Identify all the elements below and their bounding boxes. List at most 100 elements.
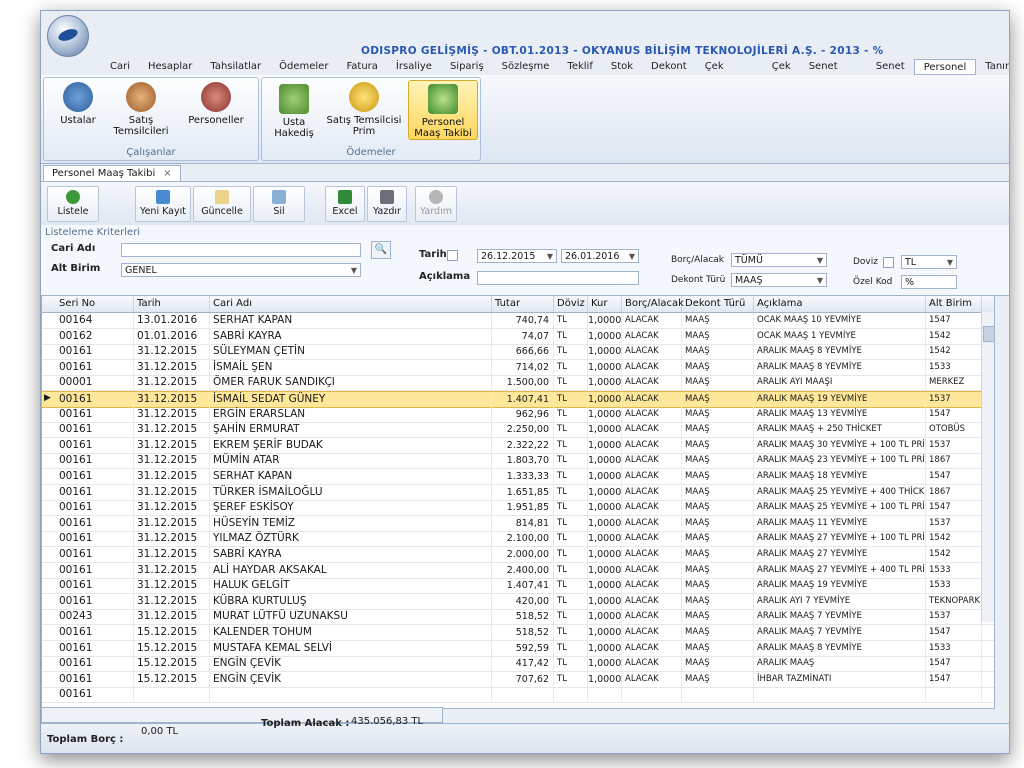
chevron-down-icon: ▼ (946, 258, 953, 267)
doviz-select[interactable]: TL ▼ (901, 255, 957, 269)
search-icon[interactable]: 🔍 (371, 241, 391, 259)
column-header-6[interactable]: Borç/Alacak (622, 296, 684, 312)
table-row[interactable]: 00161 15.12.2015 KALENDER TOHUM 518,52 TL 1,0… (42, 625, 994, 641)
column-header-7[interactable]: Dekont Türü (682, 296, 754, 312)
cell-d-viz: TL (554, 593, 588, 609)
menu-tab-2[interactable]: Tahsilatlar (201, 59, 270, 75)
menu-tab-8[interactable]: Teklif (558, 59, 601, 75)
borc-alacak-select[interactable]: TÜMÜ ▼ (731, 253, 827, 267)
scrollbar-thumb[interactable] (983, 326, 994, 342)
menu-tab-3[interactable]: Ödemeler (270, 59, 337, 75)
table-row[interactable]: 00161 15.12.2015 MUSTAFA KEMAL SELVİ 592,59… (42, 640, 994, 657)
cell-tarih: 13.01.2016 (134, 313, 210, 328)
menu-tab-16[interactable]: Tanımlar (976, 59, 1009, 75)
table-row[interactable]: 00161 31.12.2015 SERHAT KAPAN 1.333,33 TL 1,0… (42, 469, 994, 485)
menu-tab-13[interactable]: Senet Bordroları (800, 59, 867, 88)
ustalar-button[interactable]: Ustalar (50, 82, 106, 126)
yeni-kayit-button[interactable]: Yeni Kayıt (135, 186, 191, 222)
satis-temsilcileri-button[interactable]: Satış Temsilcileri (108, 82, 174, 137)
cell-kur: 1,0000 (588, 437, 622, 453)
table-row[interactable]: 00161 15.12.2015 ENGİN ÇEVİK 417,42 TL 1,0000… (42, 656, 994, 673)
tab-personel-maas-takibi[interactable]: Personel Maaş Takibi × (43, 165, 181, 181)
cari-adi-input[interactable] (121, 243, 361, 257)
column-header-8[interactable]: Açıklama (754, 296, 926, 312)
tarih-checkbox[interactable] (447, 250, 458, 261)
menu-tab-15[interactable]: Personel (913, 59, 977, 75)
column-header-1[interactable]: Tarih (134, 296, 210, 312)
vertical-scrollbar[interactable] (981, 312, 994, 622)
column-header-4[interactable]: Döviz (554, 296, 588, 312)
table-row[interactable]: 00243 31.12.2015 MURAT LÜTFÜ UZUNAKSU 518,5… (42, 609, 994, 626)
menu-tab-7[interactable]: Sözleşme (493, 59, 559, 75)
sil-button[interactable]: Sil (253, 186, 305, 222)
ozel-kod-input[interactable]: % (901, 275, 957, 289)
table-row[interactable]: 00161 31.12.2015 HÜSEYİN TEMİZ 814,81 TL 1,00… (42, 515, 994, 532)
yazdir-button[interactable]: Yazdır (367, 186, 407, 222)
table-row[interactable]: 00161 15.12.2015 ENGİN ÇEVİK 707,62 TL 1,0000… (42, 671, 994, 688)
guncelle-button[interactable]: Güncelle (193, 186, 251, 222)
menu-tab-9[interactable]: Stok (602, 59, 642, 75)
cell-bor-alacak: ALACAK (622, 328, 682, 344)
personeller-button[interactable]: Personeller (180, 82, 252, 126)
menu-tab-6[interactable]: Sipariş (441, 59, 493, 75)
cell-dekont-t-r-: MAAŞ (682, 593, 754, 609)
table-row[interactable]: 00161 31.12.2015 HALUK GELGİT 1.407,41 TL 1,0… (42, 578, 994, 595)
excel-button[interactable]: Excel (325, 186, 365, 222)
menu-tab-14[interactable]: Senet (867, 59, 914, 75)
aciklama-input[interactable] (477, 271, 639, 285)
cell-kur: 1,0000 (588, 671, 622, 687)
tarih-from-picker[interactable]: 26.12.2015 ▼ (477, 249, 557, 263)
cell-a-klama: ARALIK MAAŞ + 250 THİCKET (754, 422, 926, 438)
menu-tabs: Cari Hesaplar Tahsilatlar Ödemeler Fatura İrs… (101, 59, 1009, 88)
column-header-5[interactable]: Kur (588, 296, 622, 312)
table-row[interactable]: 00161 31.12.2015 SÜLEYMAN ÇETİN 666,66 TL 1,0… (42, 344, 994, 361)
table-row[interactable]: ▶ 00161 31.12.2015 İSMAİL SEDAT GÜNEY 1.407,… (42, 391, 994, 408)
menu-tab-5[interactable]: İrsaliye (387, 59, 441, 75)
table-row[interactable]: 00161 31.12.2015 ALİ HAYDAR AKSAKAL 2.400,0… (42, 562, 994, 579)
table-row[interactable]: 00161 (42, 687, 994, 704)
menu-tab-1[interactable]: Hesaplar (139, 59, 201, 75)
table-row[interactable]: 00161 31.12.2015 KÜBRA KURTULUŞ 420,00 TL 1,0… (42, 593, 994, 610)
column-header-3[interactable]: Tutar (492, 296, 554, 312)
alt-birim-select[interactable]: GENEL ▼ (121, 263, 361, 277)
cell-tarih: 31.12.2015 (134, 609, 210, 625)
yardim-button[interactable]: Yardım (415, 186, 457, 222)
table-row[interactable]: 00162 01.01.2016 SABRİ KAYRA 74,07 TL 1,0000 A… (42, 328, 994, 345)
table-row[interactable]: 00161 31.12.2015 ŞAHİN ERMURAT 2.250,00 TL 1,… (42, 422, 994, 439)
menu-tab-0[interactable]: Cari (101, 59, 139, 75)
cell-d-viz: TL (554, 640, 588, 656)
menu-tab-10[interactable]: Dekont (642, 59, 696, 75)
tarih-label: Tarih (419, 249, 447, 260)
cell-bor-alacak: ALACAK (622, 593, 682, 609)
cell-tarih: 31.12.2015 (134, 359, 210, 375)
table-row[interactable]: 00161 31.12.2015 ŞEREF ESKİSOY 1.951,85 TL 1,… (42, 500, 994, 517)
table-row[interactable]: 00161 31.12.2015 YILMAZ ÖZTÜRK 2.100,00 TL 1,… (42, 531, 994, 548)
table-row[interactable]: 00161 31.12.2015 MÜMİN ATAR 1.803,70 TL 1,000… (42, 453, 994, 470)
menu-tab-4[interactable]: Fatura (337, 59, 386, 75)
app-window: ODISPRO GELİŞMİŞ - OBT.01.2013 - OKYANUS… (40, 10, 1010, 754)
table-row[interactable]: 00001 31.12.2015 ÖMER FARUK SANDIKÇI 1.500,… (42, 375, 994, 392)
satis-temsilcisi-prim-button[interactable]: Satış Temsilcisi Prim (324, 82, 404, 137)
tarih-to-picker[interactable]: 26.01.2016 ▼ (561, 249, 639, 263)
toolbar: Listele Yeni Kayıt Güncelle Sil Excel Ya… (41, 181, 1009, 227)
menu-tab-12[interactable]: Çek (763, 59, 800, 75)
column-header-2[interactable]: Cari Adı (210, 296, 492, 312)
listele-button[interactable]: Listele (47, 186, 99, 222)
table-row[interactable]: 00161 31.12.2015 İSMAİL ŞEN 714,02 TL 1,0000 A… (42, 359, 994, 376)
cell-d-viz: TL (554, 531, 588, 547)
dekont-turu-select[interactable]: MAAŞ ▼ (731, 273, 827, 287)
column-header-9[interactable]: Alt Birim (926, 296, 982, 312)
usta-hakedis-button[interactable]: Usta Hakediş (266, 84, 322, 139)
menu-tab-11[interactable]: Çek Bordroları (696, 59, 763, 88)
doviz-checkbox[interactable] (883, 257, 894, 268)
table-row[interactable]: 00161 31.12.2015 ERGİN ERARSLAN 962,96 TL 1,0… (42, 406, 994, 423)
cell-seri-no: 00161 (56, 484, 134, 500)
table-row[interactable]: 00164 13.01.2016 SERHAT KAPAN 740,74 TL 1,000… (42, 313, 994, 329)
close-tab-icon[interactable]: × (163, 168, 171, 179)
app-menu-orb-icon[interactable] (47, 15, 89, 57)
table-row[interactable]: 00161 31.12.2015 EKREM ŞERİF BUDAK 2.322,22… (42, 437, 994, 454)
personel-maas-takibi-button[interactable]: Personel Maaş Takibi (408, 80, 478, 140)
table-row[interactable]: 00161 31.12.2015 TÜRKER İSMAİLOĞLU 1.651,85… (42, 484, 994, 501)
table-row[interactable]: 00161 31.12.2015 SABRİ KAYRA 2.000,00 TL 1,00… (42, 547, 994, 563)
column-header-0[interactable]: Seri No (56, 296, 134, 312)
